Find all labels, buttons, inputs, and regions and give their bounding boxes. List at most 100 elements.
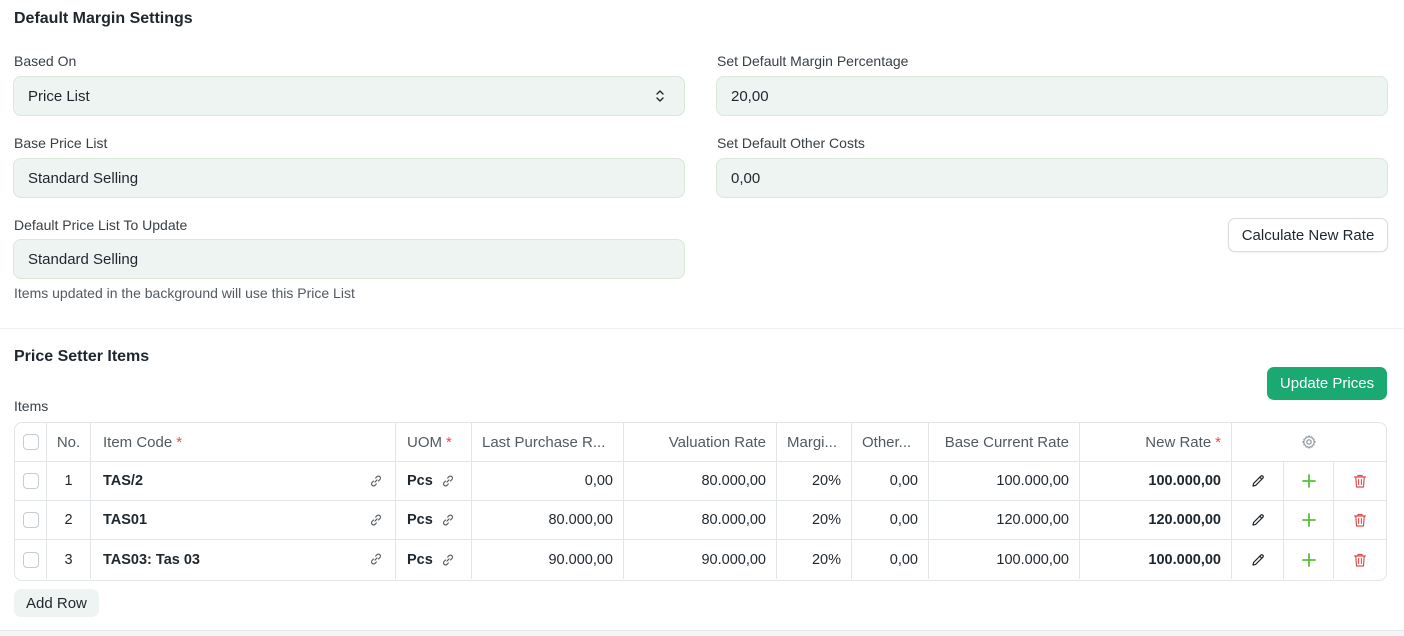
insert-row-cell[interactable] <box>1284 501 1334 539</box>
edit-row-cell[interactable] <box>1232 501 1284 539</box>
col-uom-label: UOM <box>407 433 442 451</box>
pencil-icon[interactable] <box>1250 473 1266 489</box>
price-list-to-update-value: Standard Selling <box>28 250 139 268</box>
col-item-code-label: Item Code <box>103 433 173 451</box>
last-purchase-rate-cell[interactable]: 0,00 <box>472 462 624 500</box>
link-icon[interactable] <box>369 552 383 566</box>
delete-row-cell[interactable] <box>1334 501 1386 539</box>
last-purchase-rate-cell[interactable]: 90.000,00 <box>472 540 624 579</box>
pencil-icon[interactable] <box>1250 512 1266 528</box>
row-checkbox[interactable] <box>22 512 39 528</box>
insert-row-cell[interactable] <box>1284 462 1334 500</box>
plus-icon[interactable] <box>1301 473 1317 489</box>
uom-value: Pcs <box>407 551 433 568</box>
pencil-icon[interactable] <box>1250 552 1266 568</box>
other-costs-input[interactable]: 0,00 <box>716 158 1388 198</box>
table-row[interactable]: 1 TAS/2 Pcs 0,00 80.000,00 20% 0,00 100.… <box>15 462 1386 501</box>
last-purchase-rate-cell[interactable]: 80.000,00 <box>472 501 624 539</box>
item-code-cell[interactable]: TAS/2 <box>91 462 396 500</box>
col-other: Other... <box>852 423 929 461</box>
update-prices-button[interactable]: Update Prices <box>1267 367 1387 400</box>
based-on-label: Based On <box>14 53 77 69</box>
plus-icon[interactable] <box>1301 552 1317 568</box>
other-cell[interactable]: 0,00 <box>852 501 929 539</box>
row-checkbox[interactable] <box>22 551 39 568</box>
row-no: 1 <box>47 462 91 500</box>
required-mark: * <box>1215 433 1221 451</box>
uom-cell[interactable]: Pcs <box>396 501 472 539</box>
add-row-button[interactable]: Add Row <box>14 589 99 617</box>
edit-row-cell[interactable] <box>1232 540 1284 579</box>
grid-header-row: No. Item Code * UOM * Last Purchase R... V… <box>15 423 1386 462</box>
other-costs-value: 0,00 <box>731 169 761 187</box>
col-item-code: Item Code * <box>91 423 396 461</box>
base-price-list-label: Base Price List <box>14 135 108 151</box>
calculate-new-rate-button[interactable]: Calculate New Rate <box>1228 218 1388 252</box>
row-no: 3 <box>47 540 91 579</box>
new-rate-cell[interactable]: 100.000,00 <box>1080 462 1232 500</box>
price-list-to-update-input[interactable]: Standard Selling <box>13 239 685 279</box>
insert-row-cell[interactable] <box>1284 540 1334 579</box>
margin-cell[interactable]: 20% <box>777 501 852 539</box>
select-arrows-icon <box>656 90 664 102</box>
valuation-rate-cell[interactable]: 80.000,00 <box>624 501 777 539</box>
trash-icon[interactable] <box>1352 552 1368 568</box>
items-grid: No. Item Code * UOM * Last Purchase R... V… <box>14 422 1387 581</box>
select-all-cell[interactable] <box>15 423 47 461</box>
row-select-cell[interactable] <box>15 540 47 579</box>
base-price-list-input[interactable]: Standard Selling <box>13 158 685 198</box>
new-rate-cell[interactable]: 120.000,00 <box>1080 501 1232 539</box>
gear-icon[interactable] <box>1301 434 1317 450</box>
base-current-rate-cell[interactable]: 120.000,00 <box>929 501 1080 539</box>
col-no: No. <box>47 423 91 461</box>
link-icon[interactable] <box>369 474 383 488</box>
col-new-rate: New Rate * <box>1080 423 1232 461</box>
other-cell[interactable]: 0,00 <box>852 540 929 579</box>
link-icon[interactable] <box>441 474 455 488</box>
section-divider <box>0 328 1404 329</box>
trash-icon[interactable] <box>1352 473 1368 489</box>
row-select-cell[interactable] <box>15 501 47 539</box>
col-uom: UOM * <box>396 423 472 461</box>
valuation-rate-cell[interactable]: 80.000,00 <box>624 462 777 500</box>
margin-cell[interactable]: 20% <box>777 540 852 579</box>
margin-percentage-value: 20,00 <box>731 87 769 105</box>
item-code-cell[interactable]: TAS03: Tas 03 <box>91 540 396 579</box>
edit-row-cell[interactable] <box>1232 462 1284 500</box>
other-cell[interactable]: 0,00 <box>852 462 929 500</box>
price-list-help-text: Items updated in the background will use… <box>14 285 355 301</box>
link-icon[interactable] <box>369 513 383 527</box>
delete-row-cell[interactable] <box>1334 540 1386 579</box>
grid-settings-cell[interactable] <box>1232 423 1386 461</box>
row-select-cell[interactable] <box>15 462 47 500</box>
base-current-rate-cell[interactable]: 100.000,00 <box>929 462 1080 500</box>
table-row[interactable]: 3 TAS03: Tas 03 Pcs 90.000,00 90.000,00 … <box>15 540 1386 579</box>
section-title-price-setter-items: Price Setter Items <box>14 348 150 365</box>
items-table-label: Items <box>14 398 49 414</box>
delete-row-cell[interactable] <box>1334 462 1386 500</box>
new-rate-cell[interactable]: 100.000,00 <box>1080 540 1232 579</box>
item-code-cell[interactable]: TAS01 <box>91 501 396 539</box>
trash-icon[interactable] <box>1352 512 1368 528</box>
page-bottom-border <box>0 630 1404 636</box>
based-on-value: Price List <box>28 87 90 105</box>
link-icon[interactable] <box>441 513 455 527</box>
base-current-rate-cell[interactable]: 100.000,00 <box>929 540 1080 579</box>
section-title-default-margin: Default Margin Settings <box>14 10 193 27</box>
uom-cell[interactable]: Pcs <box>396 540 472 579</box>
valuation-rate-cell[interactable]: 90.000,00 <box>624 540 777 579</box>
select-all-checkbox[interactable] <box>22 434 39 450</box>
link-icon[interactable] <box>441 553 455 567</box>
col-base-current-rate: Base Current Rate <box>929 423 1080 461</box>
row-checkbox[interactable] <box>22 473 39 489</box>
plus-icon[interactable] <box>1301 512 1317 528</box>
margin-cell[interactable]: 20% <box>777 462 852 500</box>
uom-value: Pcs <box>407 473 433 489</box>
based-on-select[interactable]: Price List <box>13 76 685 116</box>
table-row[interactable]: 2 TAS01 Pcs 80.000,00 80.000,00 20% 0,00… <box>15 501 1386 540</box>
other-costs-label: Set Default Other Costs <box>717 135 865 151</box>
uom-cell[interactable]: Pcs <box>396 462 472 500</box>
margin-percentage-input[interactable]: 20,00 <box>716 76 1388 116</box>
col-new-rate-label: New Rate <box>1145 433 1212 451</box>
base-price-list-value: Standard Selling <box>28 169 139 187</box>
